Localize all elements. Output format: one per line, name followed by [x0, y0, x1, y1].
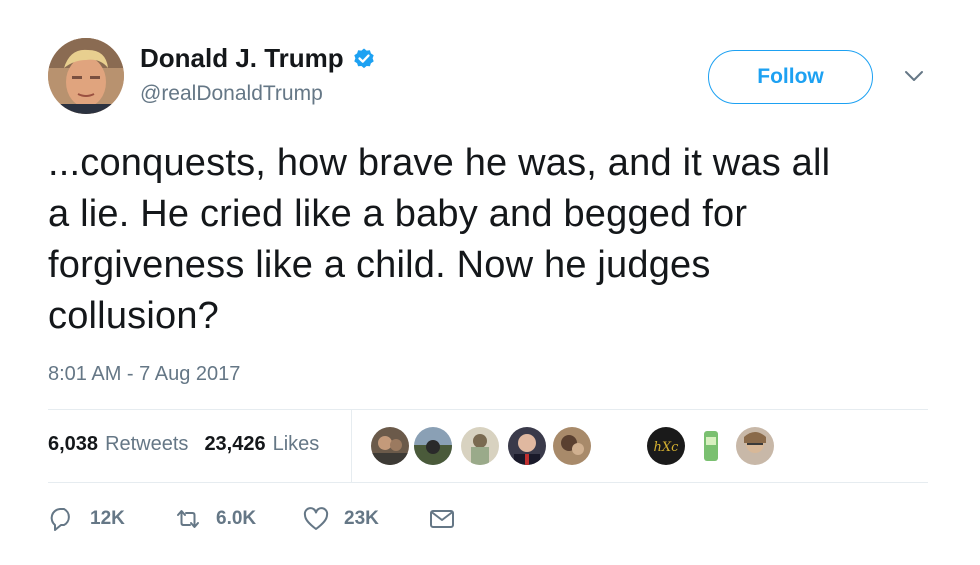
retweets-count: 6,038 [48, 433, 99, 455]
tweet-text-line: a lie. He cried like a baby and begged f… [48, 193, 748, 235]
liker-avatar-4[interactable] [508, 427, 546, 465]
profile-avatar-image [48, 38, 124, 114]
stats-separator [351, 409, 352, 482]
likes-stat[interactable]: 23,426 Likes [204, 433, 319, 456]
liker-avatar-6-label: hXc [654, 440, 680, 455]
divider [48, 409, 928, 410]
display-name[interactable]: Donald J. Trump [140, 43, 344, 74]
like-button[interactable]: 23K [302, 505, 379, 533]
heart-icon [303, 507, 329, 530]
divider [48, 482, 928, 483]
tweet-text-line: ...conquests, how brave he was, and it w… [48, 142, 831, 184]
reply-button[interactable]: 12K [48, 505, 125, 533]
tweet-stats: 6,038 Retweets 23,426 Likes [48, 433, 335, 456]
reply-icon [50, 508, 70, 531]
likes-count: 23,426 [204, 433, 266, 455]
follow-button[interactable]: Follow [708, 50, 873, 104]
retweets-label: Retweets [105, 433, 189, 455]
reply-count: 12K [90, 508, 125, 529]
liker-avatar-2[interactable] [414, 427, 452, 465]
tweet-timestamp[interactable]: 8:01 AM - 7 Aug 2017 [48, 363, 240, 386]
user-name-row: Donald J. Trump [140, 43, 376, 74]
like-count: 23K [344, 508, 379, 529]
liker-avatar-3[interactable] [461, 427, 499, 465]
liker-avatar-6[interactable]: hXc [647, 427, 685, 465]
tweet-text-line: forgiveness like a child. Now he judges [48, 244, 711, 286]
user-handle[interactable]: @realDonaldTrump [140, 82, 323, 106]
tweet-text: ...conquests, how brave he was, and it w… [48, 138, 928, 342]
retweet-icon [177, 510, 199, 528]
likes-label: Likes [272, 433, 320, 455]
profile-avatar[interactable] [48, 38, 124, 114]
verified-badge-icon [353, 48, 374, 68]
tweet-text-line: collusion? [48, 295, 219, 337]
direct-message-button[interactable] [428, 505, 456, 533]
retweet-count: 6.0K [216, 508, 257, 529]
retweets-stat[interactable]: 6,038 Retweets [48, 433, 188, 456]
liker-avatar-7[interactable] [692, 427, 730, 465]
liker-avatar-8[interactable] [736, 427, 774, 465]
retweet-button[interactable]: 6.0K [174, 505, 256, 533]
liker-avatar-1[interactable] [371, 427, 409, 465]
envelope-icon [430, 510, 454, 528]
chevron-down-icon[interactable] [903, 68, 925, 84]
liker-avatar-5[interactable] [553, 427, 591, 465]
